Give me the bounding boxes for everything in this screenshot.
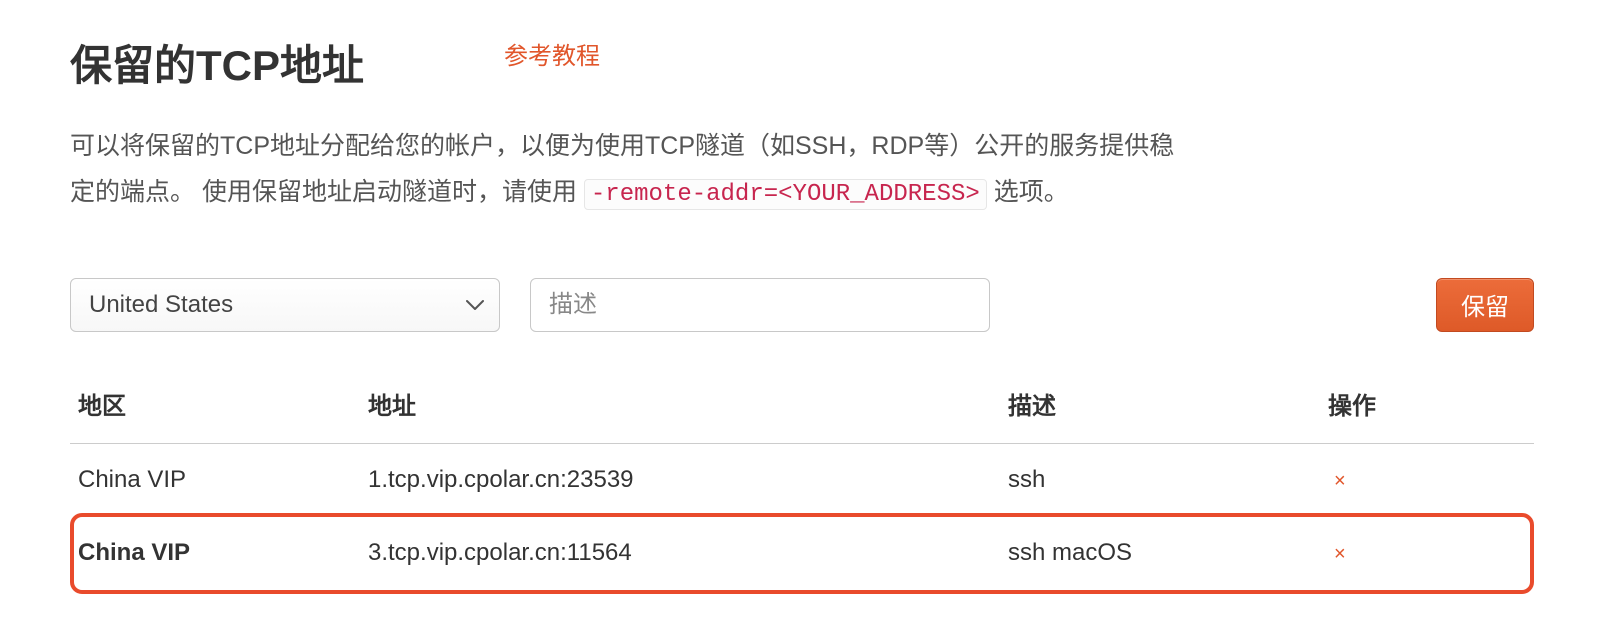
- page-title: 保留的TCP地址: [70, 32, 364, 93]
- header-row: 保留的TCP地址 参考教程: [70, 32, 1534, 93]
- description-part2: 选项。: [987, 178, 1069, 206]
- col-header-action: 操作: [1320, 372, 1534, 444]
- description-code: -remote-addr=<YOUR_ADDRESS>: [584, 179, 987, 210]
- cell-action: ×: [1320, 443, 1534, 517]
- delete-button[interactable]: ×: [1328, 468, 1352, 495]
- cell-region: China VIP: [70, 517, 360, 590]
- page-container: 保留的TCP地址 参考教程 可以将保留的TCP地址分配给您的帐户，以便为使用TC…: [0, 0, 1604, 630]
- controls-row: United States 保留: [70, 278, 1534, 332]
- description-input[interactable]: [530, 278, 990, 332]
- table-row: China VIP1.tcp.vip.cpolar.cn:23539ssh ×: [70, 443, 1534, 517]
- col-header-address: 地址: [360, 372, 1000, 444]
- cell-description: ssh: [1000, 443, 1320, 517]
- cell-description: ssh macOS: [1000, 517, 1320, 590]
- region-select[interactable]: United States: [70, 278, 500, 332]
- table-wrap: 地区 地址 描述 操作 China VIP1.tcp.vip.cpolar.cn…: [70, 372, 1534, 590]
- col-header-description: 描述: [1000, 372, 1320, 444]
- delete-button[interactable]: ×: [1328, 541, 1352, 568]
- reserved-addresses-table: 地区 地址 描述 操作 China VIP1.tcp.vip.cpolar.cn…: [70, 372, 1534, 590]
- cell-action: ×: [1320, 517, 1534, 590]
- cell-address: 3.tcp.vip.cpolar.cn:11564: [360, 517, 1000, 590]
- col-header-region: 地区: [70, 372, 360, 444]
- reserve-button[interactable]: 保留: [1436, 278, 1534, 332]
- description-text: 可以将保留的TCP地址分配给您的帐户，以便为使用TCP隧道（如SSH，RDP等）…: [70, 123, 1190, 218]
- region-select-wrap: United States: [70, 278, 500, 332]
- cell-region: China VIP: [70, 443, 360, 517]
- table-row: China VIP3.tcp.vip.cpolar.cn:11564ssh ma…: [70, 517, 1534, 590]
- tutorial-link[interactable]: 参考教程: [504, 36, 600, 71]
- table-header-row: 地区 地址 描述 操作: [70, 372, 1534, 444]
- cell-address: 1.tcp.vip.cpolar.cn:23539: [360, 443, 1000, 517]
